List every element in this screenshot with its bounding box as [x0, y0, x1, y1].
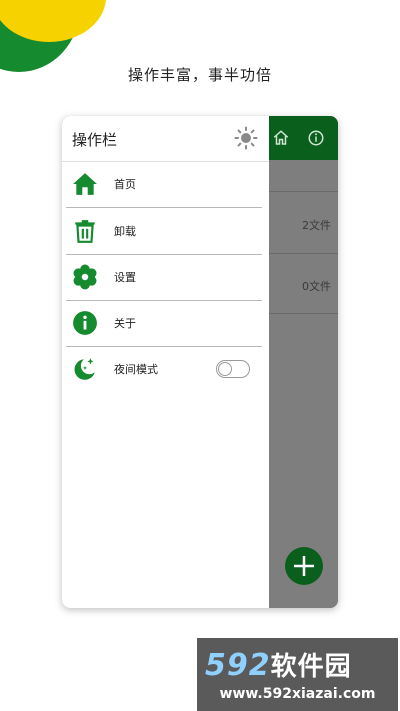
watermark-digits: 592	[205, 648, 271, 683]
site-watermark: 592软件园 www.592xiazai.com	[197, 638, 398, 711]
gear-icon	[73, 264, 97, 290]
sun-icon[interactable]	[234, 126, 258, 150]
add-button[interactable]	[285, 547, 323, 585]
menu-item-about[interactable]: 关于	[66, 300, 262, 346]
watermark-url: www.592xiazai.com	[219, 686, 376, 702]
plus-icon	[294, 556, 314, 576]
background-divider	[269, 191, 338, 192]
drawer-title: 操作栏	[72, 131, 118, 149]
home-icon	[73, 173, 97, 195]
background-divider	[269, 253, 338, 254]
toggle-knob	[218, 362, 232, 376]
phone-screen: 2文件 0文件 操作栏 首页 卸载 设置 关于 夜间模式	[62, 116, 338, 608]
watermark-brand-text: 软件园	[270, 652, 352, 682]
menu-item-label: 关于	[114, 317, 136, 330]
menu-item-label: 卸载	[114, 225, 136, 238]
promo-headline: 操作丰富，事半功倍	[127, 66, 272, 84]
background-app: 2文件 0文件	[269, 116, 338, 608]
menu-item-label: 夜间模式	[114, 363, 158, 376]
menu-item-night-mode[interactable]: 夜间模式	[66, 346, 262, 392]
home-outline-icon[interactable]	[272, 129, 290, 147]
menu-item-uninstall[interactable]: 卸载	[66, 208, 262, 254]
background-toolbar	[269, 116, 338, 160]
moon-stars-icon	[74, 358, 95, 380]
info-outline-icon[interactable]	[307, 129, 325, 147]
menu-item-home[interactable]: 首页	[66, 161, 262, 207]
background-divider	[269, 313, 338, 314]
menu-item-label: 设置	[114, 271, 136, 284]
trash-icon	[75, 220, 95, 243]
info-icon	[73, 311, 97, 335]
watermark-logo: 592软件园	[205, 646, 352, 683]
file-count: 2文件	[302, 219, 331, 232]
menu-item-settings[interactable]: 设置	[66, 254, 262, 300]
drawer-header: 操作栏	[62, 116, 269, 162]
screen: 操作丰富，事半功倍 2文件 0文件 操作栏 首页 卸载 设置 关于 夜间模式 5…	[0, 0, 400, 711]
menu-item-label: 首页	[114, 178, 136, 191]
night-mode-toggle[interactable]	[216, 360, 250, 378]
navigation-drawer: 操作栏 首页 卸载 设置 关于 夜间模式	[62, 116, 269, 608]
file-count: 0文件	[302, 280, 331, 293]
